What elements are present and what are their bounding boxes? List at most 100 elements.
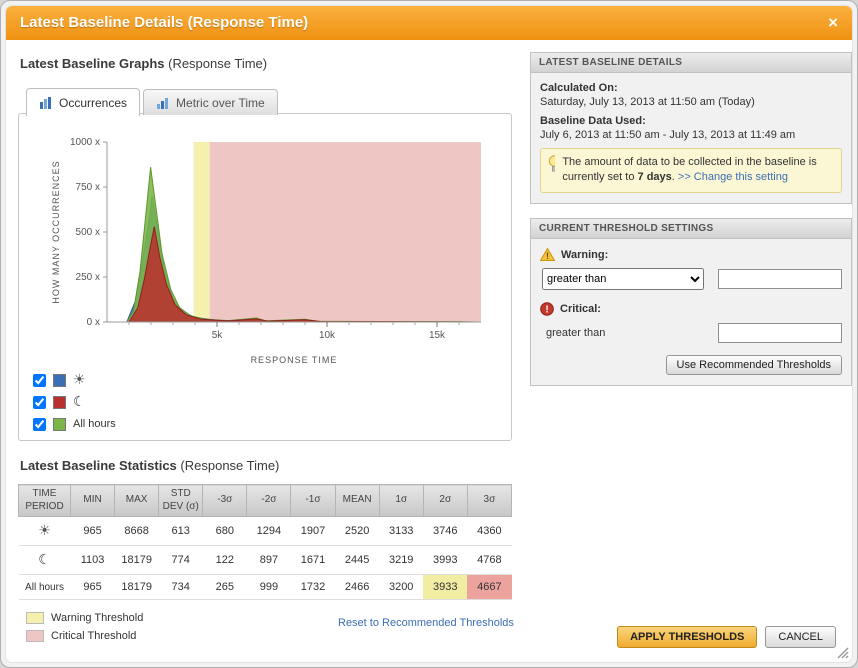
stats-cell: 1294	[246, 516, 291, 546]
tab-metric-over-time[interactable]: Metric over Time	[143, 89, 278, 115]
warning-threshold-band	[193, 142, 210, 322]
stats-cell: 1907	[290, 516, 336, 546]
line-chart-icon	[157, 97, 169, 109]
use-recommended-thresholds-button[interactable]: Use Recommended Thresholds	[665, 355, 842, 375]
series-toggle-night: ☾	[33, 394, 86, 410]
baseline-note: The amount of data to be collected in th…	[540, 148, 842, 193]
critical-threshold-band	[209, 142, 481, 322]
sun-icon: ☀	[73, 372, 86, 388]
all-hours-series-swatch	[53, 417, 66, 431]
stats-cell: 774	[158, 545, 203, 575]
cancel-button[interactable]: CANCEL	[765, 626, 836, 648]
calculated-on-value: Saturday, July 13, 2013 at 11:50 am (Tod…	[540, 96, 755, 108]
baseline-statistics-table: TIME PERIOD MIN MAX STD DEV (σ) -3σ -2σ -1σ MEA…	[18, 484, 513, 600]
baseline-data-used-label: Baseline Data Used:	[540, 115, 646, 127]
graphs-section-heading: Latest Baseline Graphs (Response Time)	[20, 56, 267, 71]
stats-cell: 1103	[70, 545, 115, 575]
dialog-title: Latest Baseline Details (Response Time)	[20, 14, 309, 31]
close-icon[interactable]: ×	[828, 6, 838, 40]
svg-text:5k: 5k	[212, 330, 224, 341]
critical-label: Critical:	[560, 303, 601, 315]
stats-heading-bold: Latest Baseline Statistics	[20, 458, 177, 473]
stats-cell: 4667	[467, 574, 512, 600]
apply-thresholds-button[interactable]: APPLY THRESHOLDS	[617, 626, 758, 648]
stats-column-header: MAX	[114, 484, 160, 517]
tab-occurrences-label: Occurrences	[59, 95, 128, 110]
stats-column-header: MIN	[69, 484, 116, 517]
all-hours-label: All hours	[73, 418, 116, 430]
stats-cell: 3993	[423, 545, 468, 575]
baseline-data-used-value: July 6, 2013 at 11:50 am - July 13, 2013…	[540, 129, 796, 141]
svg-text:250 x: 250 x	[76, 272, 100, 283]
stats-column-header: 2σ	[422, 484, 468, 517]
stats-period-cell: ☀	[18, 516, 71, 546]
stats-column-header: -1σ	[290, 484, 336, 517]
svg-text:10k: 10k	[319, 330, 336, 341]
critical-operator-text: greater than	[546, 327, 606, 339]
warning-threshold-legend: Warning Threshold	[26, 612, 143, 624]
series-toggle-all-hours: All hours	[33, 416, 116, 432]
details-panel-body: Calculated On: Saturday, July 13, 2013 a…	[531, 73, 851, 203]
svg-text:750 x: 750 x	[76, 182, 100, 193]
dialog-titlebar[interactable]: Latest Baseline Details (Response Time) …	[6, 6, 852, 40]
stats-row: All hours 965 18179 734 265 999 1732 2466 3200 39…	[18, 574, 512, 600]
critical-value-input[interactable]	[718, 323, 842, 343]
stats-cell: 2445	[335, 545, 380, 575]
night-series-swatch	[53, 395, 66, 409]
current-threshold-settings-panel: CURRENT THRESHOLD SETTINGS ! Warning: gr…	[530, 218, 852, 386]
critical-threshold-legend: Critical Threshold	[26, 630, 136, 642]
all-hours-series-checkbox[interactable]	[33, 417, 46, 431]
bar-chart-icon	[40, 96, 51, 109]
graph-tabs: Occurrences Metric over Time	[26, 87, 281, 116]
night-series-checkbox[interactable]	[33, 395, 46, 409]
critical-threshold-label: Critical Threshold	[51, 630, 137, 642]
reset-thresholds-link[interactable]: Reset to Recommended Thresholds	[338, 617, 514, 629]
change-setting-link[interactable]: >> Change this setting	[678, 171, 788, 183]
critical-icon: !	[540, 302, 554, 316]
stats-cell: 3200	[379, 574, 424, 600]
svg-text:HOW MANY OCCURRENCES: HOW MANY OCCURRENCES	[51, 160, 61, 303]
stats-cell: 265	[202, 574, 247, 600]
svg-text:500 x: 500 x	[76, 227, 100, 238]
note-days: 7 days	[637, 171, 672, 184]
critical-threshold-swatch	[26, 630, 44, 642]
stats-column-header: -3σ	[202, 484, 248, 517]
series-toggle-day: ☀	[33, 372, 86, 388]
screen: Latest Baseline Details (Response Time) …	[0, 0, 858, 668]
threshold-panel-body: ! Warning: greater than ! Critical: grea…	[531, 239, 851, 385]
calculated-on-label: Calculated On:	[540, 82, 618, 94]
svg-text:RESPONSE TIME: RESPONSE TIME	[251, 355, 338, 365]
critical-controls: greater than	[546, 323, 842, 343]
stats-cell: 1671	[290, 545, 336, 575]
warning-label-row: ! Warning:	[540, 248, 842, 261]
svg-text:1000 x: 1000 x	[70, 137, 100, 148]
warning-label: Warning:	[561, 248, 609, 261]
critical-label-row: ! Critical:	[540, 302, 842, 316]
stats-column-header: STD DEV (σ)	[158, 484, 204, 517]
stats-cell: 18179	[114, 545, 159, 575]
warning-icon: !	[540, 248, 555, 261]
stats-column-header: 3σ	[466, 484, 513, 517]
stats-cell: 3219	[379, 545, 424, 575]
stats-column-header: -2σ	[246, 484, 292, 517]
tab-occurrences[interactable]: Occurrences	[26, 88, 141, 116]
stats-cell: 18179	[114, 574, 159, 600]
stats-cell: 965	[70, 574, 115, 600]
baseline-details-dialog: Latest Baseline Details (Response Time) …	[0, 0, 858, 668]
baseline-note-text: The amount of data to be collected in th…	[562, 155, 834, 186]
warning-value-input[interactable]	[718, 269, 842, 289]
warning-threshold-label: Warning Threshold	[51, 612, 144, 624]
stats-period-cell: All hours	[18, 574, 71, 600]
resize-handle[interactable]	[836, 646, 849, 659]
day-series-checkbox[interactable]	[33, 373, 46, 387]
svg-text:!: !	[545, 305, 548, 316]
moon-icon: ☾	[38, 552, 51, 568]
svg-text:0 x: 0 x	[87, 317, 100, 328]
stats-cell: 3933	[423, 574, 468, 600]
stats-cell: 613	[158, 516, 203, 546]
graphs-heading-bold: Latest Baseline Graphs	[20, 56, 165, 71]
stats-cell: 3133	[379, 516, 424, 546]
warning-operator-select[interactable]: greater than	[542, 268, 704, 290]
stats-column-header: 1σ	[378, 484, 424, 517]
stats-column-header: TIME PERIOD	[18, 484, 71, 517]
